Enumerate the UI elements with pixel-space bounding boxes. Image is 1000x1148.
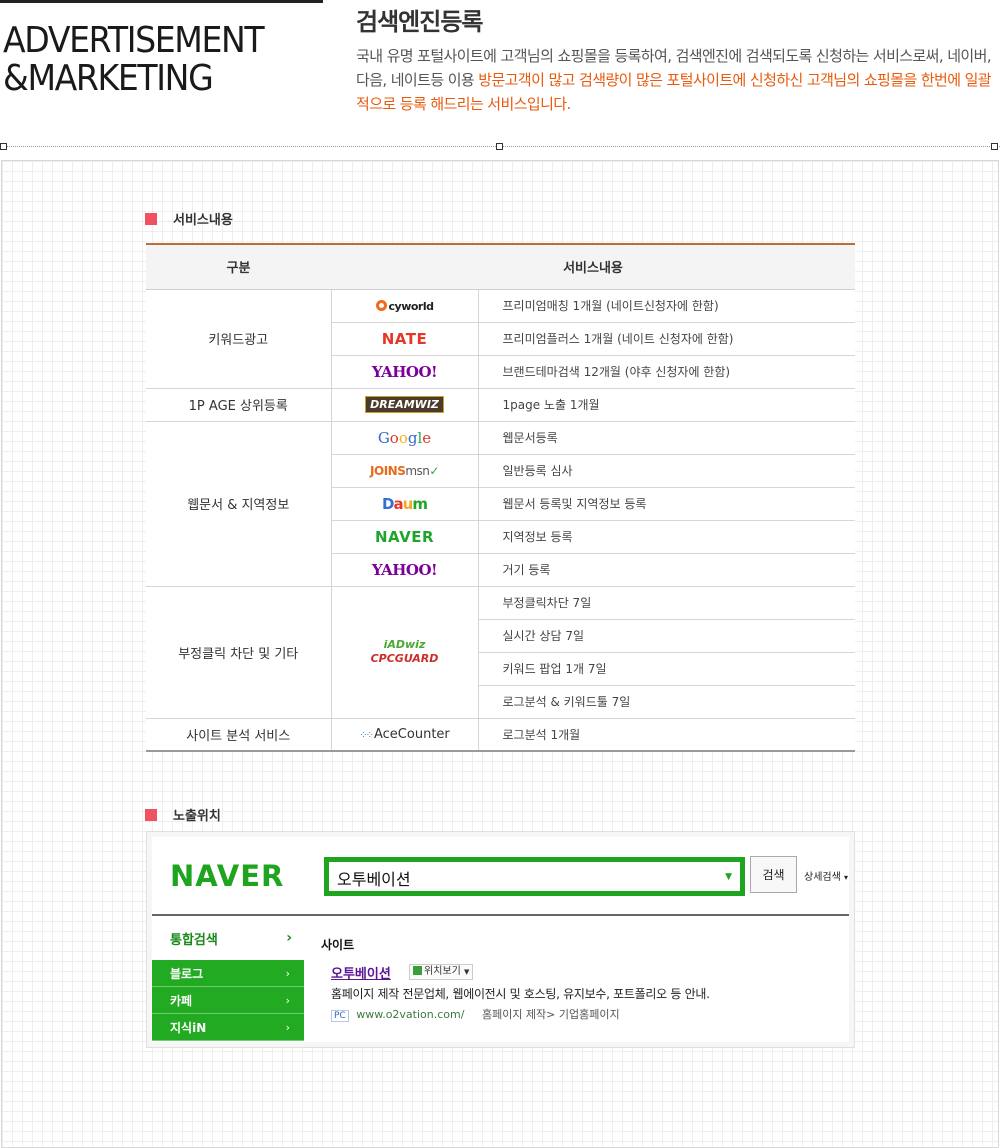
yahoo-logo: YAHOO!	[331, 553, 479, 587]
service-desc: 키워드 팝업 1개 7일	[478, 652, 855, 686]
result-url-line: PC www.o2vation.com/ 홈페이지 제작> 기업홈페이지	[331, 1006, 620, 1022]
map-view-button[interactable]: 위치보기 ▼	[409, 964, 474, 980]
category-web-docs: 웹문서 & 지역정보	[146, 421, 332, 587]
chevron-right-icon: ›	[285, 1020, 290, 1034]
exposure-heading-text: 노출위치	[173, 809, 221, 824]
service-section-heading: 서비스내용	[145, 209, 233, 228]
service-desc: 웹문서 등록및 지역정보 등록	[478, 487, 855, 521]
col-header-category: 구분	[146, 243, 331, 290]
service-desc: 웹문서등록	[478, 421, 855, 455]
side-item-blog[interactable]: 블로그 ›	[152, 960, 304, 987]
resize-handle-left[interactable]	[0, 143, 7, 150]
naver-demo-frame: NAVER 오투베이션 ▼ 검색 상세검색 ▾ 통합검색 › 블로그 › 카페 › …	[152, 837, 849, 1042]
acecounter-dots-icon: ⁘⁘	[359, 729, 374, 741]
service-desc: 1page 노출 1개월	[478, 388, 855, 422]
chevron-down-icon: ▾	[844, 873, 849, 882]
side-item-integrated[interactable]: 통합검색 ›	[152, 916, 304, 960]
result-section-title: 사이트	[321, 938, 355, 952]
dropdown-caret-icon[interactable]: ▼	[725, 872, 732, 882]
category-click-fraud: 부정클릭 차단 및 기타	[146, 586, 332, 719]
chevron-right-icon: ›	[285, 966, 290, 980]
service-desc: 프리미엄매칭 1개월 (네이트신청자에 한함)	[478, 289, 855, 323]
acecounter-logo: ⁘⁘ AceCounter	[331, 718, 479, 752]
table-row: 키워드광고 cyworld 프리미엄매칭 1개월 (네이트신청자에 한함)	[146, 289, 855, 389]
page-title: 검색엔진등록	[356, 8, 483, 36]
resize-handle-center[interactable]	[496, 143, 503, 150]
header-rule	[0, 0, 323, 3]
naver-side-menu: 통합검색 › 블로그 › 카페 › 지식iN ›	[152, 916, 304, 1042]
cyworld-icon	[375, 299, 387, 311]
daum-logo: Daum	[331, 487, 479, 521]
google-logo: Google	[331, 421, 479, 455]
side-item-cafe[interactable]: 카페 ›	[152, 987, 304, 1014]
pc-badge: PC	[331, 1010, 349, 1022]
search-button[interactable]: 검색	[750, 856, 797, 893]
service-desc: 부정클릭차단 7일	[478, 586, 855, 620]
chevron-right-icon: ›	[286, 930, 292, 946]
brand-line-2: &MARKETING	[3, 58, 214, 99]
service-table: 구분 서비스내용 키워드광고 cyworld 프리미엄매칭 1개월 (네이트신청…	[146, 243, 855, 752]
chevron-down-icon: ▼	[464, 968, 470, 976]
side-item-kin[interactable]: 지식iN ›	[152, 1014, 304, 1041]
table-header-row: 구분 서비스내용	[146, 243, 855, 290]
category-site-analysis: 사이트 분석 서비스	[146, 718, 332, 752]
result-category-path: 홈페이지 제작> 기업홈페이지	[481, 1008, 620, 1021]
service-desc: 지역정보 등록	[478, 520, 855, 554]
table-row: 웹문서 & 지역정보 Google 웹문서등록	[146, 421, 855, 587]
exposure-section-heading: 노출위치	[145, 805, 221, 824]
table-row: 사이트 분석 서비스 ⁘⁘ AceCounter 로그분석 1개월	[146, 718, 855, 752]
service-desc: 프리미엄플러스 1개월 (네이트 신청자에 한함)	[478, 322, 855, 356]
chevron-right-icon: ›	[285, 993, 290, 1007]
result-title-link[interactable]: 오투베이션	[331, 963, 391, 982]
brand-title: ADVERTISEMENT &MARKETING	[3, 20, 265, 99]
brand-line-1: ADVERTISEMENT	[3, 20, 265, 61]
nate-logo: NATE	[331, 322, 479, 356]
category-keyword-ad: 키워드광고	[146, 289, 332, 389]
service-desc: 일반등록 심사	[478, 454, 855, 488]
service-desc: 로그분석 1개월	[478, 718, 855, 752]
section-marker-icon	[145, 808, 157, 821]
resize-handle-right[interactable]	[991, 143, 998, 150]
intro-text: 국내 유명 포털사이트에 고객님의 쇼핑몰을 등록하여, 검색엔진에 검색되도록…	[356, 44, 996, 116]
yahoo-logo: YAHOO!	[331, 355, 479, 389]
table-row: 부정클릭 차단 및 기타 iADwiz CPCGUARD 부정클릭차단 7일	[146, 586, 855, 719]
service-desc: 실시간 상담 7일	[478, 619, 855, 653]
naver-search-input[interactable]: 오투베이션 ▼	[324, 857, 745, 896]
service-desc: 로그분석 & 키워드툴 7일	[478, 685, 855, 719]
col-header-content: 서비스내용	[331, 243, 855, 290]
cyworld-logo: cyworld	[331, 289, 479, 323]
detail-search-link[interactable]: 상세검색 ▾	[804, 868, 848, 883]
naver-search-demo: NAVER 오투베이션 ▼ 검색 상세검색 ▾ 통합검색 › 블로그 › 카페 › …	[146, 831, 855, 1048]
category-top-listing: 1P AGE 상위등록	[146, 388, 332, 422]
map-pin-icon	[413, 966, 422, 975]
naver-logo-small: NAVER	[331, 520, 479, 554]
table-row: 1P AGE 상위등록 DREAMWIZ 1page 노출 1개월	[146, 388, 855, 422]
search-query-text: 오투베이션	[337, 870, 411, 889]
service-heading-text: 서비스내용	[173, 213, 233, 228]
service-desc: 거기 등록	[478, 553, 855, 587]
section-marker-icon	[145, 212, 157, 225]
result-url-link[interactable]: www.o2vation.com/	[356, 1008, 464, 1021]
joinsmsn-logo: JOINSmsn✓	[331, 454, 479, 488]
service-desc: 브랜드테마검색 12개월 (야후 신청자에 한함)	[478, 355, 855, 389]
naver-logo[interactable]: NAVER	[170, 859, 284, 893]
side-item-label: 통합검색	[170, 932, 218, 948]
iadwiz-cpcguard-logo: iADwiz CPCGUARD	[331, 586, 479, 719]
dreamwiz-logo: DREAMWIZ	[331, 388, 479, 422]
result-description: 홈페이지 제작 전문업체, 웹에이전시 및 호스팅, 유지보수, 포트폴리오 등…	[331, 987, 710, 1001]
